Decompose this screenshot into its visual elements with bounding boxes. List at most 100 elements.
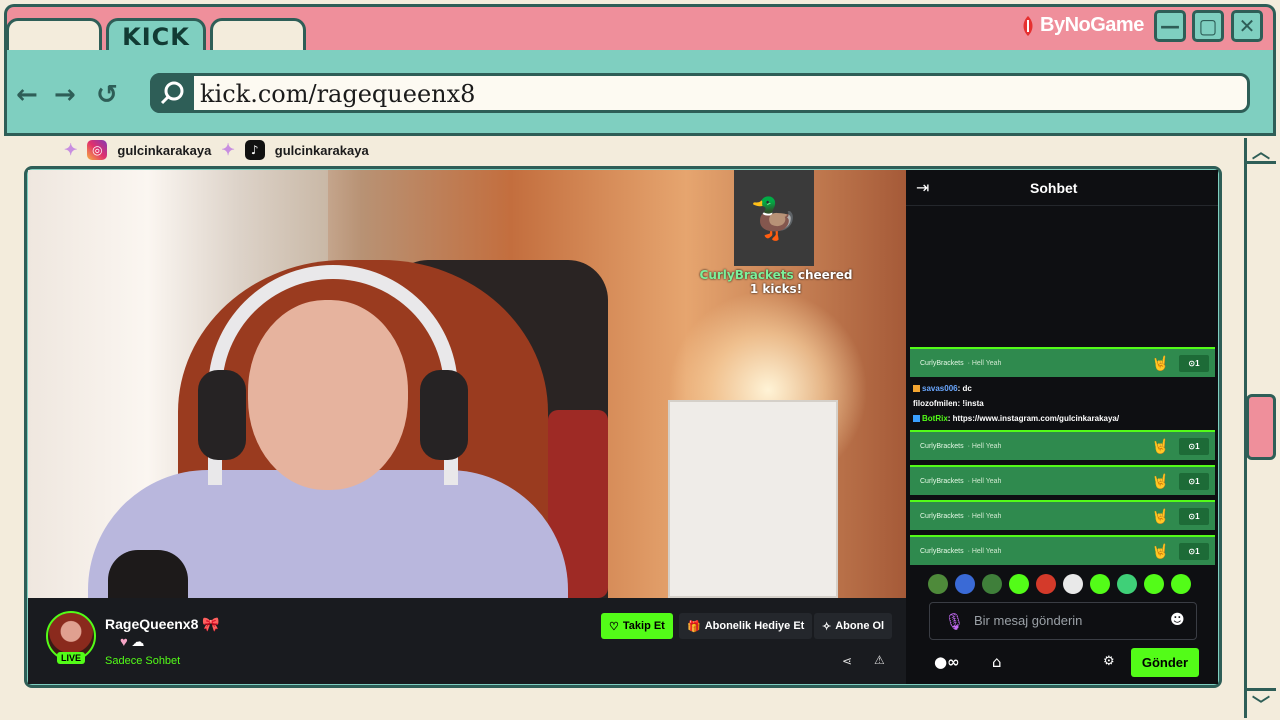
search-button[interactable] <box>150 73 194 113</box>
gift-icon: 🎁 <box>687 620 701 633</box>
collapse-chat-icon[interactable]: ⇥ <box>916 178 929 197</box>
chat-cheer-row: CurlyBrackets · Hell Yeah 🤘 ⊙ 1 <box>910 347 1215 377</box>
tiktok-icon: ♪ <box>244 140 265 160</box>
cheer-text: · Hell Yeah <box>967 547 1002 555</box>
channel-points-icon[interactable]: ●∞ <box>934 653 960 671</box>
cloud-icon: ☁ <box>131 634 145 649</box>
chat-user[interactable]: savas006 <box>922 384 958 393</box>
tiktok-handle[interactable]: gulcinkarakaya <box>275 143 369 158</box>
rock-hand-icon: 🤘 <box>1151 473 1169 489</box>
emote-bar <box>928 574 1191 594</box>
social-links: ✦ ◎ gulcinkarakaya ✦ ♪ gulcinkarakaya <box>64 140 369 160</box>
subscribe-label: Abone Ol <box>835 620 885 632</box>
reload-icon[interactable]: ↺ <box>96 80 118 110</box>
cheer-text: · Hell Yeah <box>967 512 1002 520</box>
bynogame-icon <box>1023 15 1033 36</box>
subscribe-button[interactable]: ✧ Abone Ol <box>814 613 893 639</box>
sparkle-icon: ✦ <box>221 142 235 159</box>
browser-tab-3[interactable] <box>210 18 306 52</box>
chat-message: filozofmilen: !insta <box>913 399 984 408</box>
scrollbar-thumb[interactable] <box>1246 394 1276 460</box>
send-button[interactable]: Gönder <box>1131 648 1199 677</box>
cheer-amount-value: 1 <box>1195 512 1200 521</box>
emote-icon[interactable] <box>982 574 1002 594</box>
follow-label: Takip Et <box>622 620 665 632</box>
chat-text: : https://www.instagram.com/gulcinkaraka… <box>947 414 1120 423</box>
emoji-icon[interactable]: ☻ <box>1170 612 1185 628</box>
emote-icon[interactable] <box>1144 574 1164 594</box>
emote-icon[interactable] <box>928 574 948 594</box>
emote-icon[interactable] <box>1117 574 1137 594</box>
chat-input-placeholder[interactable]: Bir mesaj gönderin <box>974 613 1082 628</box>
cheer-text: · Hell Yeah <box>967 477 1002 485</box>
url-text[interactable]: kick.com/ragequeenx8 <box>200 80 475 108</box>
cheer-amount-value: 1 <box>1195 442 1200 451</box>
stream-video[interactable]: 🦆 CurlyBrackets cheered 1 kicks! <box>28 170 906 598</box>
emote-icon[interactable] <box>1036 574 1056 594</box>
emote-icon[interactable] <box>1090 574 1110 594</box>
gift-subscription-button[interactable]: 🎁 Abonelik Hediye Et <box>679 613 813 639</box>
emote-icon[interactable] <box>1063 574 1083 594</box>
chat-text: : !insta <box>957 399 984 408</box>
heart-icon: ♥ <box>120 634 128 649</box>
minimize-button[interactable]: — <box>1154 10 1186 42</box>
back-arrow-icon[interactable]: ← <box>16 80 38 110</box>
chat-user[interactable]: BotRix <box>922 414 948 423</box>
live-badge: LIVE <box>57 652 86 664</box>
browser-frame: KICK ByNoGame — ▢ ✕ ← → ↺ kick.com/rageq… <box>0 0 1280 720</box>
chat-cheer-row: CurlyBrackets · Hell Yeah 🤘 ⊙ 1 <box>910 535 1215 565</box>
brand-logo: ByNoGame <box>1020 14 1144 37</box>
badge-icon <box>913 385 920 393</box>
donald-duck-icon: 🦆 <box>734 170 814 266</box>
chat-message: savas006: dc <box>913 384 972 393</box>
emote-icon[interactable] <box>1009 574 1029 594</box>
cheer-user[interactable]: CurlyBrackets <box>920 360 964 367</box>
browser-tab-kick[interactable]: KICK <box>106 18 206 52</box>
channel-name[interactable]: RageQueenx8 🎀 <box>105 616 220 633</box>
follow-button[interactable]: ♡ Takip Et <box>601 613 673 639</box>
sparkle-icon: ✦ <box>64 142 78 159</box>
tab-label: KICK <box>122 23 190 51</box>
bow-icon: 🎀 <box>202 616 220 632</box>
chat-message: BotRix: https://www.instagram.com/gulcin… <box>913 414 1119 423</box>
brand-text: ByNoGame <box>1040 14 1144 36</box>
minimize-icon: — <box>1160 14 1180 38</box>
channel-info-bar <box>28 598 906 684</box>
cheer-user[interactable]: CurlyBrackets <box>920 443 964 450</box>
cheer-alert: CurlyBrackets cheered 1 kicks! <box>696 268 856 296</box>
maximize-button[interactable]: ▢ <box>1192 10 1224 42</box>
cheer-amount-value: 1 <box>1195 547 1200 556</box>
cheer-amount-value: 1 <box>1195 359 1200 368</box>
forward-arrow-icon[interactable]: → <box>54 80 76 110</box>
browser-tab-1[interactable] <box>6 18 102 52</box>
cheer-text: · Hell Yeah <box>967 359 1002 367</box>
channel-badges: ♥ ☁ <box>120 634 144 650</box>
report-icon[interactable]: ⚠ <box>874 653 885 667</box>
emote-icon[interactable] <box>1171 574 1191 594</box>
gear-icon[interactable]: ⚙ <box>1103 654 1115 669</box>
cheer-amount: ⊙ 1 <box>1179 355 1209 372</box>
cheer-user[interactable]: CurlyBrackets <box>920 548 964 555</box>
scroll-down-icon[interactable]: ﹀ <box>1246 688 1276 718</box>
heart-icon: ♡ <box>609 620 619 633</box>
close-button[interactable]: ✕ <box>1231 10 1263 42</box>
cheer-amount: ⊙ 1 <box>1179 473 1209 490</box>
rock-hand-icon: 🤘 <box>1151 355 1169 371</box>
emote-icon[interactable] <box>955 574 975 594</box>
scroll-up-icon[interactable]: ︿ <box>1246 138 1276 164</box>
cheer-user[interactable]: CurlyBrackets <box>920 478 964 485</box>
cheer-text: · Hell Yeah <box>967 442 1002 450</box>
microphone-icon[interactable]: 🎙 <box>944 612 964 631</box>
chat-user[interactable]: filozofmilen <box>913 399 957 408</box>
shelf <box>668 400 838 598</box>
star-icon: ✧ <box>822 620 832 633</box>
gift-label: Abonelik Hediye Et <box>704 620 805 632</box>
earcup-left <box>198 370 246 460</box>
stream-category[interactable]: Sadece Sohbet <box>105 655 180 667</box>
chat-title: Sohbet <box>1030 180 1078 196</box>
search-icon <box>160 81 184 105</box>
instagram-handle[interactable]: gulcinkarakaya <box>117 143 211 158</box>
cheer-user[interactable]: CurlyBrackets <box>920 513 964 520</box>
store-icon[interactable]: ⌂ <box>992 653 1002 671</box>
share-icon[interactable]: ⋖ <box>842 654 852 668</box>
